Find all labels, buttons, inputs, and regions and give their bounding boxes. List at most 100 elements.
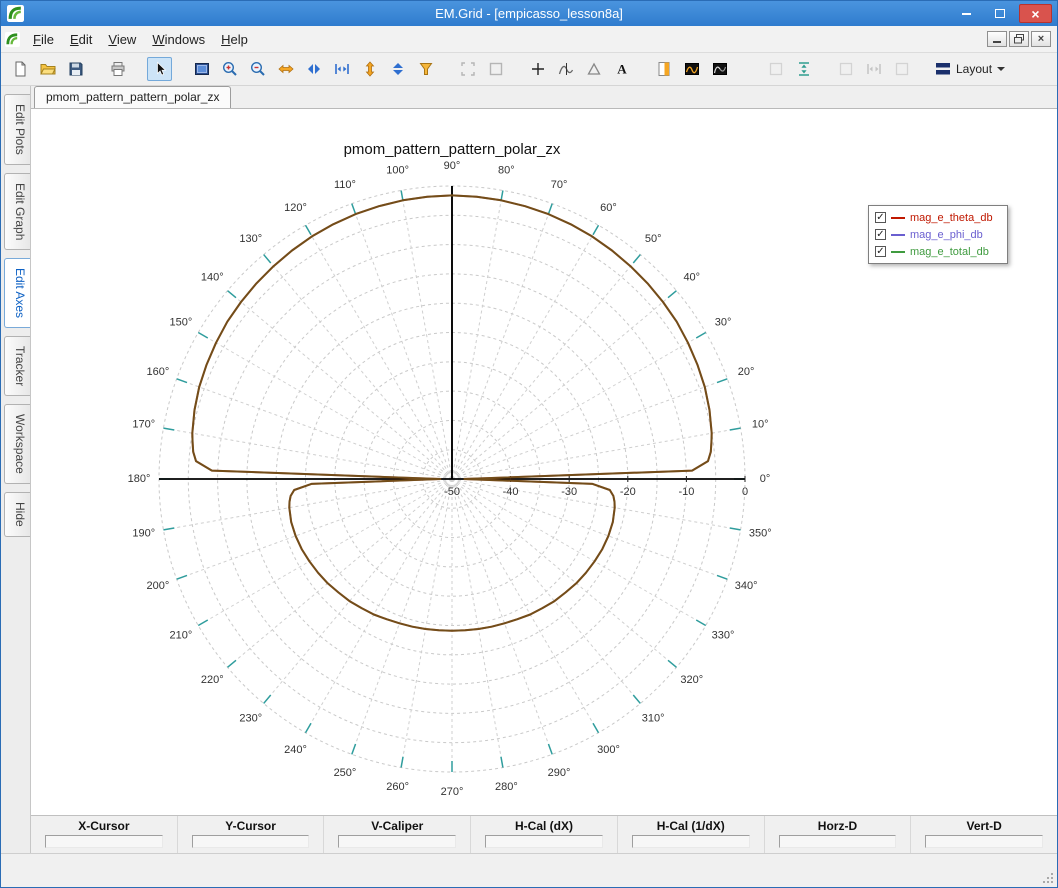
- full-scale-y-button: [763, 57, 788, 81]
- zoom-out-button[interactable]: [245, 57, 270, 81]
- crosshair-icon: [530, 61, 546, 77]
- zoom-window-button[interactable]: [189, 57, 214, 81]
- close-button[interactable]: ×: [1019, 4, 1052, 23]
- svg-text:250°: 250°: [334, 767, 357, 779]
- tracker-button[interactable]: [553, 57, 578, 81]
- dark-style-2-button[interactable]: [707, 57, 732, 81]
- dark-style-1-button[interactable]: [679, 57, 704, 81]
- svg-text:110°: 110°: [334, 179, 356, 191]
- mdi-minimize-icon: [993, 41, 1001, 43]
- menu-file[interactable]: File: [25, 28, 62, 51]
- svg-text:-20: -20: [620, 486, 636, 498]
- readout-bar: X-Cursor Y-Cursor V-Caliper H-Cal (dX) H…: [31, 815, 1057, 853]
- print-button[interactable]: [105, 57, 130, 81]
- checkbox-total[interactable]: ✓: [875, 246, 886, 257]
- svg-text:290°: 290°: [548, 767, 571, 779]
- new-file-button[interactable]: [7, 57, 32, 81]
- legend-label-theta: mag_e_theta_db: [910, 212, 993, 224]
- mdi-close-button[interactable]: ×: [1031, 31, 1051, 47]
- zoom-in-button[interactable]: [217, 57, 242, 81]
- svg-text:150°: 150°: [170, 316, 193, 328]
- svg-text:350°: 350°: [749, 527, 772, 539]
- svg-text:280°: 280°: [495, 781, 518, 793]
- svg-text:340°: 340°: [735, 580, 758, 592]
- axes-equal-button: [889, 57, 914, 81]
- sidebar-item-tracker[interactable]: Tracker: [4, 336, 30, 396]
- readout-header-y-cursor: Y-Cursor: [178, 816, 324, 834]
- sidebar-item-edit-axes[interactable]: Edit Axes: [4, 258, 30, 328]
- open-file-button[interactable]: [35, 57, 60, 81]
- page-up-down-icon: [390, 61, 406, 77]
- legend-entry-phi[interactable]: ✓ mag_e_phi_db: [875, 227, 1001, 242]
- svg-text:310°: 310°: [642, 713, 665, 725]
- svg-text:90°: 90°: [444, 160, 461, 172]
- layout-dropdown[interactable]: Layout: [927, 59, 1013, 79]
- legend-label-phi: mag_e_phi_db: [910, 229, 983, 241]
- page-left-right-button[interactable]: [301, 57, 326, 81]
- svg-text:100°: 100°: [386, 165, 409, 177]
- page-up-down-button[interactable]: [385, 57, 410, 81]
- status-bar: [1, 853, 1057, 887]
- checkbox-phi[interactable]: ✓: [875, 229, 886, 240]
- highlight-page-icon: [656, 61, 672, 77]
- svg-text:160°: 160°: [146, 366, 169, 378]
- marker-triangle-button[interactable]: [581, 57, 606, 81]
- svg-text:140°: 140°: [201, 272, 224, 284]
- dark-plot-style-1-icon: [684, 61, 700, 77]
- legend-entry-theta[interactable]: ✓ mag_e_theta_db: [875, 210, 1001, 225]
- zoom-window-icon: [194, 61, 210, 77]
- mdi-close-icon: ×: [1038, 34, 1044, 45]
- menu-windows[interactable]: Windows: [144, 28, 213, 51]
- resize-grip[interactable]: [1041, 871, 1055, 885]
- pan-vertical-button[interactable]: [357, 57, 382, 81]
- layout-icon: [935, 62, 951, 76]
- crosshair-button[interactable]: [525, 57, 550, 81]
- svg-text:230°: 230°: [239, 713, 262, 725]
- open-folder-icon: [40, 61, 56, 77]
- app-window: EM.Grid - [empicasso_lesson8a] × File Ed…: [0, 0, 1058, 888]
- svg-text:300°: 300°: [597, 744, 620, 756]
- autoscale-button[interactable]: [413, 57, 438, 81]
- svg-text:20°: 20°: [738, 366, 755, 378]
- zoom-in-icon: [222, 61, 238, 77]
- full-scale-y-icon: [768, 61, 784, 77]
- svg-text:-50: -50: [444, 486, 460, 498]
- readout-value-v-caliper: [338, 835, 456, 848]
- svg-text:0: 0: [742, 486, 748, 498]
- fit-height-button[interactable]: [791, 57, 816, 81]
- frame-rect-button[interactable]: [483, 57, 508, 81]
- mdi-minimize-button[interactable]: [987, 31, 1007, 47]
- menu-edit[interactable]: Edit: [62, 28, 100, 51]
- pan-horizontal-button[interactable]: [273, 57, 298, 81]
- select-pointer-button[interactable]: [147, 57, 172, 81]
- readout-value-horz-d: [779, 835, 897, 848]
- legend-entry-total[interactable]: ✓ mag_e_total_db: [875, 244, 1001, 259]
- toolbar: A Layout: [1, 53, 1057, 86]
- legend-label-total: mag_e_total_db: [910, 246, 989, 258]
- highlight-page-button[interactable]: [651, 57, 676, 81]
- sidebar-item-hide[interactable]: Hide: [4, 492, 30, 537]
- checkbox-theta[interactable]: ✓: [875, 212, 886, 223]
- svg-text:-30: -30: [561, 486, 577, 498]
- maximize-button[interactable]: [986, 4, 1013, 23]
- mdi-restore-button[interactable]: [1009, 31, 1029, 47]
- menu-help[interactable]: Help: [213, 28, 256, 51]
- svg-text:260°: 260°: [386, 781, 409, 793]
- save-button[interactable]: [63, 57, 88, 81]
- menu-view[interactable]: View: [100, 28, 144, 51]
- frame-corners-button[interactable]: [455, 57, 480, 81]
- fit-width-button[interactable]: [329, 57, 354, 81]
- document-tab[interactable]: pmom_pattern_pattern_polar_zx: [34, 86, 231, 108]
- sidebar-item-edit-graph[interactable]: Edit Graph: [4, 173, 30, 250]
- window-title: EM.Grid - [empicasso_lesson8a]: [1, 6, 1057, 21]
- layout-label: Layout: [956, 62, 992, 76]
- sidebar-item-edit-plots[interactable]: Edit Plots: [4, 94, 30, 165]
- readout-value-hcal-1dx: [632, 835, 750, 848]
- sidebar-item-workspace[interactable]: Workspace: [4, 404, 30, 484]
- chevron-down-icon: [997, 67, 1005, 71]
- text-annotation-button[interactable]: A: [609, 57, 634, 81]
- svg-text:40°: 40°: [683, 272, 700, 284]
- minimize-button[interactable]: [953, 4, 980, 23]
- svg-text:130°: 130°: [239, 233, 262, 245]
- close-icon: ×: [1031, 7, 1039, 21]
